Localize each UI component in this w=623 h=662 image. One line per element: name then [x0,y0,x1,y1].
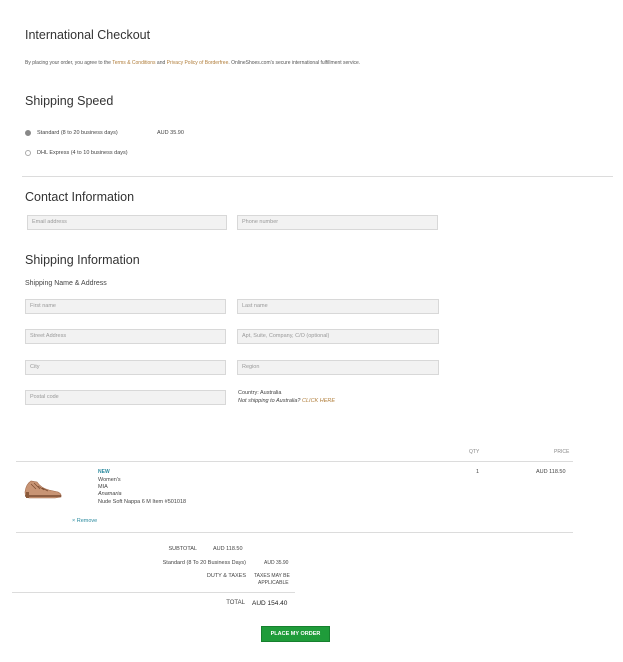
shipping-speed-title: Shipping Speed [25,94,114,108]
remove-x-icon: × [72,518,76,524]
subtotal-value: AUD 118.50 [213,546,243,552]
email-field[interactable]: Email address [27,215,227,230]
item-details: Nude Soft Nappa 6 M Item #501018 [98,499,187,505]
terms-link[interactable]: Terms & Conditions [112,60,155,66]
shipping-info-title: Shipping Information [25,253,140,267]
shipping-subtitle: Shipping Name & Address [25,280,107,287]
not-shipping-line: Not shipping to Australia? CLICK HERE [238,398,335,404]
radio-dhl-express[interactable] [25,150,31,156]
price-header: PRICE [554,449,570,455]
option-dhl-label[interactable]: DHL Express (4 to 10 business days) [37,150,128,156]
remove-label: Remove [76,518,98,524]
postal-code-field[interactable]: Postal code [25,390,226,405]
duty-value-1: TAXES MAY BE [254,573,290,579]
option-standard-label[interactable]: Standard (8 to 20 business days) [37,130,118,136]
new-badge: NEW [98,469,110,475]
phone-field[interactable]: Phone number [237,215,438,230]
qty-header: QTY [469,449,480,455]
click-here-link[interactable]: CLICK HERE [302,398,335,404]
notice-suffix: . OnlineShoes.com's secure international… [228,60,361,66]
apt-field[interactable]: Apt, Suite, Company, C/O (optional) [237,329,439,344]
section-divider [22,176,613,177]
item-qty: 1 [476,469,480,475]
total-value: AUD 154.40 [252,600,288,607]
summary-divider [12,592,295,593]
shipping-value: AUD 35.90 [264,560,289,566]
duty-value-2: APPLICABLE [258,580,289,586]
subtotal-label: SUBTOTAL [168,546,197,552]
agreement-notice: By placing your order, you agree to the … [25,60,360,66]
total-label: TOTAL [226,600,245,606]
item-brand: MIA [98,484,108,490]
region-field[interactable]: Region [237,360,439,375]
first-name-field[interactable]: First name [25,299,226,314]
place-order-button[interactable]: PLACE MY ORDER [261,626,330,642]
duty-label: DUTY & TAXES [206,573,246,579]
street-field[interactable]: Street Address [25,329,226,344]
not-shipping-text: Not shipping to Australia? [238,398,301,404]
radio-standard[interactable] [25,130,31,136]
cart-item-divider [16,532,573,533]
option-standard-price: AUD 35.90 [157,130,184,136]
privacy-link[interactable]: Privacy Policy of Borderfree [167,60,229,66]
item-price: AUD 118.50 [536,469,566,475]
cart-header-divider [16,461,573,462]
page-title: International Checkout [25,28,151,42]
shipping-label: Standard (8 To 20 Business Days) [162,560,246,566]
item-category: Women's [98,477,121,483]
product-image [24,480,62,499]
contact-title: Contact Information [25,190,135,204]
country-text: Country: Australia [238,390,282,396]
notice-and: and [155,60,167,66]
last-name-field[interactable]: Last name [237,299,439,314]
remove-link[interactable]: × Remove [72,518,97,524]
city-field[interactable]: City [25,360,226,375]
item-name: Anamaria [98,491,122,497]
notice-prefix: By placing your order, you agree to the [25,60,113,66]
